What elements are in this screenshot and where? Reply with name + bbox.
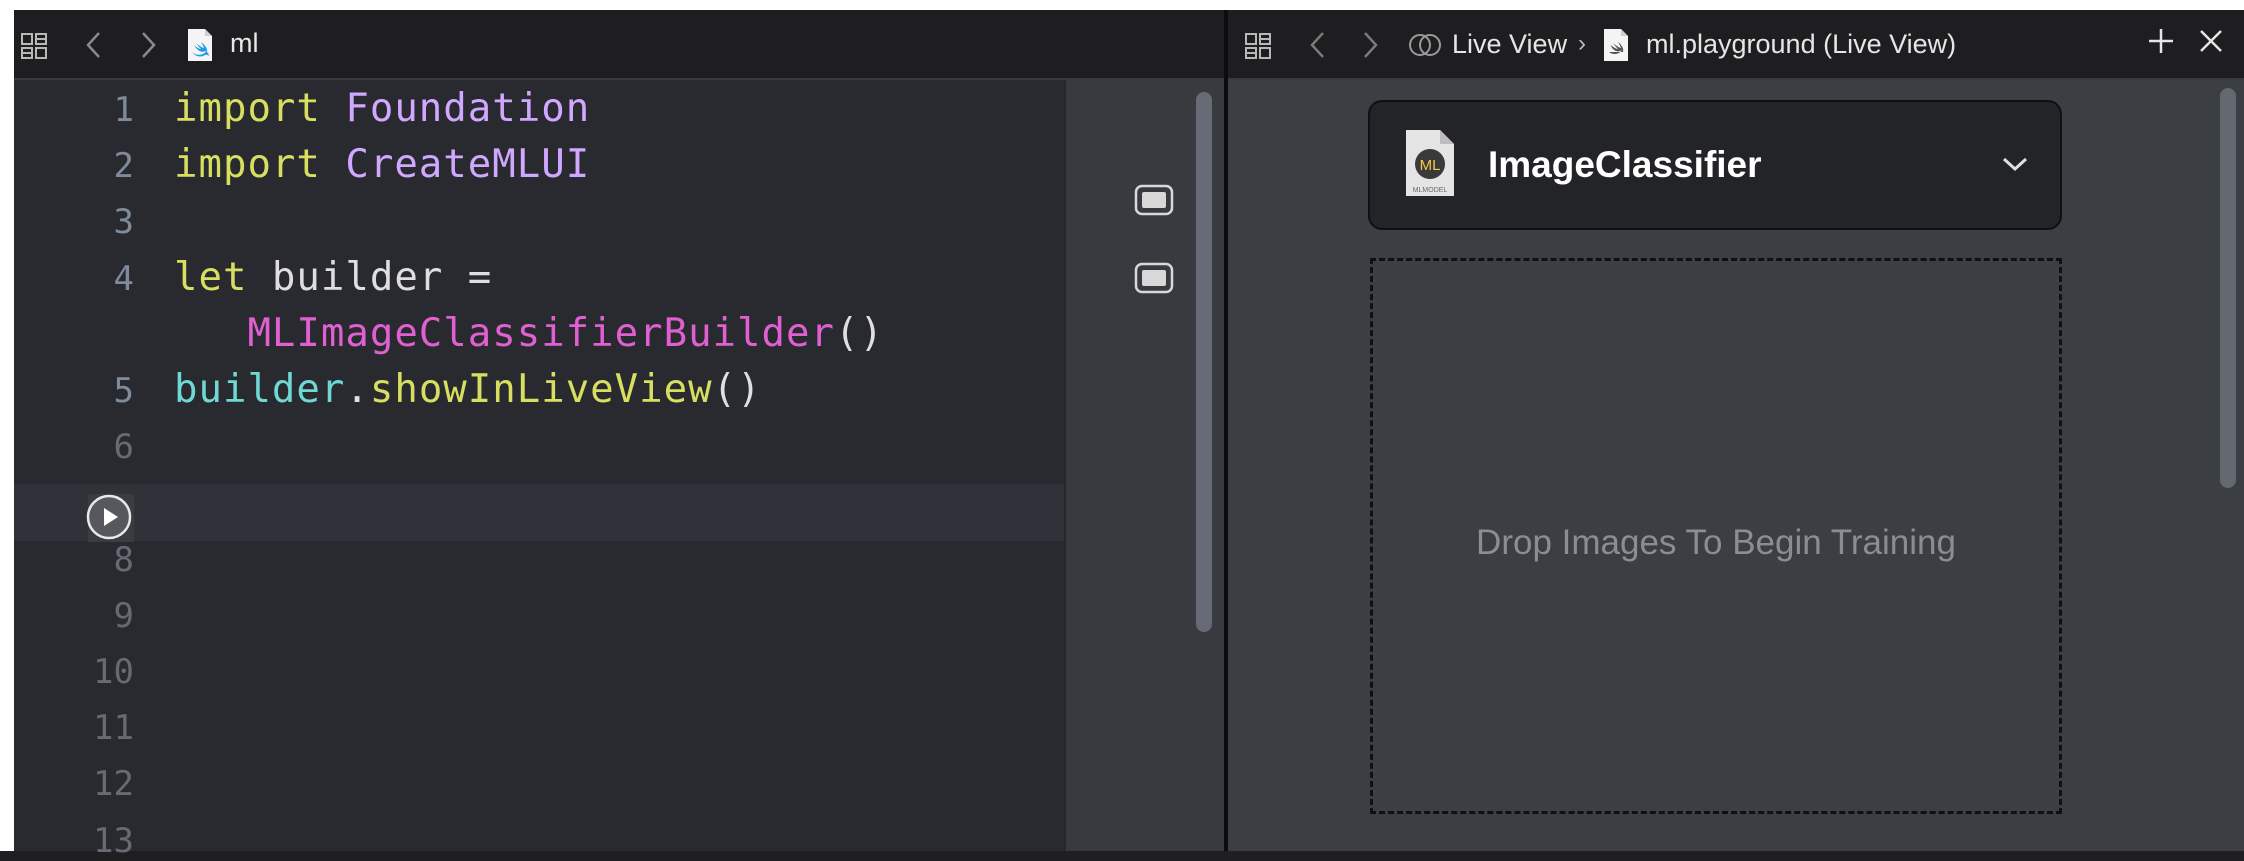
play-circle-icon (86, 494, 132, 540)
code-line[interactable]: import Foundation (174, 86, 590, 131)
line-number: 11 (93, 708, 134, 749)
line-number: 9 (113, 595, 134, 636)
swift-file-icon (186, 28, 214, 67)
live-view-jump-bar: Live View › ml.playground (Live View) (1228, 10, 2244, 80)
code-editor-pane: ml 1 import Foundation 2 import CreateMLUI 3… (14, 10, 1226, 861)
forward-chevron-icon[interactable] (1360, 30, 1380, 65)
related-items-icon[interactable] (20, 32, 48, 65)
line-number: 2 (113, 146, 134, 187)
code-token: builder (174, 367, 346, 412)
code-token: MLImageClassifierBuilder (174, 310, 835, 356)
run-button[interactable] (86, 494, 132, 540)
window-frame-top (0, 0, 2244, 10)
model-selector[interactable]: ML MLMODEL ImageClassifier (1368, 100, 2062, 230)
live-view-icon (1408, 30, 1442, 65)
code-token: builder = (247, 254, 493, 300)
back-chevron-icon[interactable] (84, 30, 104, 65)
code-token: import (174, 86, 321, 131)
window-frame-left (0, 10, 14, 851)
code-token: showInLiveView (369, 367, 713, 412)
code-token: () (834, 310, 884, 356)
current-line-highlight (14, 484, 1064, 541)
quick-look-icon[interactable] (1134, 262, 1174, 294)
code-token: . (345, 367, 370, 412)
editor-jump-bar: ml (14, 10, 1224, 80)
line-number: 12 (93, 764, 134, 805)
code-token: import (174, 142, 321, 188)
line-number: 8 (113, 539, 134, 580)
live-view-pane: Live View › ml.playground (Live View) ML… (1228, 10, 2244, 851)
line-number: 3 (113, 202, 134, 243)
classifier-title: ImageClassifier (1488, 144, 1762, 185)
line-number: 6 (113, 427, 134, 468)
code-token: Foundation (320, 86, 591, 131)
code-line[interactable]: MLImageClassifierBuilder() (174, 311, 884, 356)
line-number: 13 (93, 820, 134, 861)
drop-zone-label: Drop Images To Begin Training (1476, 523, 1956, 562)
mlmodel-file-icon: ML MLMODEL (1404, 128, 1456, 198)
quick-look-icon[interactable] (1134, 184, 1174, 216)
image-drop-zone[interactable]: Drop Images To Begin Training (1370, 258, 2062, 814)
editor-scrollbar[interactable] (1196, 92, 1212, 632)
line-number: 1 (113, 90, 134, 130)
line-number: 5 (113, 371, 134, 411)
close-icon[interactable] (2198, 28, 2224, 59)
line-number: 4 (113, 258, 134, 299)
breadcrumb-separator: › (1578, 30, 1586, 57)
add-editor-icon[interactable] (2146, 26, 2176, 61)
code-token: CreateMLUI (320, 142, 591, 188)
file-name-label[interactable]: ml (230, 28, 259, 59)
chevron-down-icon[interactable] (2000, 154, 2030, 179)
code-line[interactable]: import CreateMLUI (174, 142, 590, 187)
playground-file-icon (1602, 28, 1630, 67)
breadcrumb-live-view[interactable]: Live View (1452, 29, 1567, 60)
code-token: let (174, 254, 248, 300)
code-line[interactable]: builder.showInLiveView() (174, 367, 762, 412)
live-view-scrollbar[interactable] (2220, 88, 2236, 488)
code-line[interactable]: let builder = (174, 255, 492, 300)
breadcrumb-playground[interactable]: ml.playground (Live View) (1646, 29, 1956, 60)
related-items-icon[interactable] (1244, 32, 1272, 65)
back-chevron-icon[interactable] (1308, 30, 1328, 65)
ml-badge: ML (1420, 157, 1441, 174)
line-number: 10 (93, 652, 134, 692)
mlmodel-caption: MLMODEL (1413, 187, 1448, 194)
forward-chevron-icon[interactable] (138, 30, 158, 65)
code-token: () (712, 367, 762, 412)
code-area[interactable]: 1 import Foundation 2 import CreateMLUI 3 4 le… (14, 80, 1064, 861)
